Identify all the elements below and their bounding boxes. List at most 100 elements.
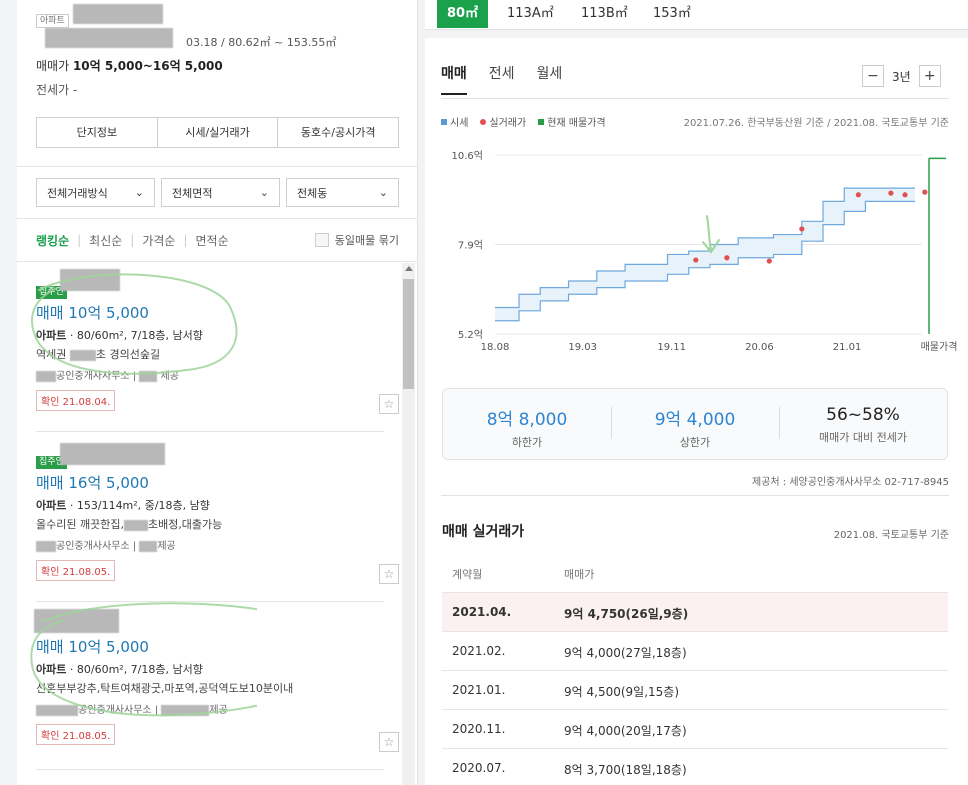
- deal-point: [922, 189, 928, 195]
- agent-name: 공인중개사사무소: [78, 705, 152, 716]
- sale-price-value: 10억 5,000~16억 5,000: [72, 59, 223, 73]
- chart-source: 2021.07.26. 한국부동산원 기준 / 2021.08. 국토교통부 기…: [683, 118, 949, 129]
- redacted-agent: [36, 540, 56, 552]
- redacted-complex-info: [45, 28, 173, 48]
- price-panel: 매매 전세 월세 − 3년 + 시세 실거래가 현재 매물가격 2021.07.…: [425, 38, 968, 785]
- deal-point: [799, 226, 805, 232]
- deal-point: [902, 192, 908, 198]
- list-item[interactable]: 매매 10억 5,000 아파트 · 80/60m², 7/18층, 남서향 신…: [17, 609, 403, 752]
- tab-sale[interactable]: 매매: [441, 63, 467, 95]
- tab-complex-info[interactable]: 단지정보: [37, 118, 158, 147]
- table-row[interactable]: 2020.07. 8억 3,700(18일,18층): [442, 749, 948, 785]
- complex-sale-price: 매매가 10억 5,000~16억 5,000: [36, 57, 223, 74]
- listing-agent: 공인중개사사무소 | 제공: [36, 701, 403, 716]
- listing-feature-b: 초 경의선숲길: [95, 348, 161, 361]
- price-stats: 8억 8,000 하한가 9억 4,000 상한가 56~58% 매매가 대비 전세가: [442, 388, 948, 460]
- listing-feature: 신혼부부강추,탁트여채광굿,마포역,공덕역도보10분이내: [36, 682, 294, 695]
- favorite-star-icon[interactable]: ☆: [379, 564, 399, 584]
- y-tick-label: 5.2억: [458, 329, 483, 341]
- building-value: 전체동: [297, 186, 328, 200]
- trade-type-select[interactable]: 전체거래방식 ⌄: [36, 178, 155, 207]
- y-tick-label: 7.9억: [458, 240, 483, 252]
- scroll-thumb[interactable]: [403, 279, 414, 389]
- listing-spec: · 153/114m², 중/18층, 남향: [66, 499, 210, 512]
- trade-type-value: 전체거래방식: [47, 186, 108, 200]
- table-row[interactable]: 2020.11. 9억 4,000(20일,17층): [442, 710, 948, 749]
- complex-summary: 아파트 03.18 / 80.62㎡ ~ 153.55㎡ 매매가 10억 5,0…: [17, 0, 417, 167]
- listing-desc: 아파트 · 153/114m², 중/18층, 남향: [36, 497, 403, 513]
- stat-lower-label: 하한가: [511, 436, 543, 449]
- sort-price[interactable]: 가격순: [142, 232, 175, 249]
- redacted-provider: [139, 540, 158, 552]
- legend-listing: 현재 매물가격: [538, 114, 606, 129]
- deal-section-title: 매매 실거래가: [442, 524, 525, 540]
- area-tab-153[interactable]: 153㎡: [653, 0, 691, 28]
- tab-market-price[interactable]: 시세/실거래가: [158, 118, 279, 147]
- table-row[interactable]: 2021.01. 9억 4,500(9일,15층): [442, 671, 948, 710]
- listing-feature-a: 올수리된 깨끗한집,: [36, 518, 124, 531]
- deal-point: [888, 190, 894, 196]
- stat-lower-value: 8억 8,000: [486, 410, 568, 430]
- area-tab-113a[interactable]: 113A㎡: [507, 0, 554, 28]
- period-decrease-button[interactable]: −: [862, 65, 884, 87]
- complex-meta: 03.18 / 80.62㎡ ~ 153.55㎡: [186, 36, 337, 49]
- table-row[interactable]: 2021.02. 9억 4,000(27일,18층): [442, 632, 948, 671]
- listing-scrollbar[interactable]: [402, 263, 415, 785]
- area-tab-80[interactable]: 80㎡: [437, 0, 489, 28]
- chevron-down-icon: ⌄: [259, 186, 269, 199]
- legend-deal-label: 실거래가: [489, 118, 527, 129]
- listing-divider: [36, 769, 384, 770]
- deal-point: [766, 258, 772, 264]
- tab-monthly[interactable]: 월세: [537, 63, 563, 95]
- scroll-up-arrow-icon[interactable]: [405, 266, 413, 271]
- x-tick-label: 19.03: [568, 342, 597, 353]
- deal-source: 2021.08. 국토교통부 기준: [833, 530, 949, 541]
- complex-jeonse-price: 전세가 -: [36, 83, 78, 97]
- tab-unit-info[interactable]: 동호수/공시가격: [278, 118, 398, 147]
- listing-feature: 올수리된 깨끗한집, 초배정,대출가능: [36, 516, 403, 532]
- listing-feature: 역세권 초 경의선숲길: [36, 346, 403, 362]
- favorite-star-icon[interactable]: ☆: [379, 394, 399, 414]
- deal-price: 9억 4,000(20일,17층): [564, 724, 687, 738]
- table-row[interactable]: 2021.04. 9억 4,750(26일,9층): [442, 593, 948, 632]
- redacted-listing-name: [60, 443, 165, 465]
- area-tab-113b[interactable]: 113B㎡: [581, 0, 628, 28]
- complex-tabs: 단지정보 시세/실거래가 동호수/공시가격: [36, 117, 399, 148]
- y-tick-label: 10.6억: [452, 150, 483, 162]
- chart-legend: 시세 실거래가 현재 매물가격: [441, 114, 614, 129]
- deal-point: [693, 257, 699, 263]
- area-value: 전체면적: [172, 186, 213, 200]
- list-item[interactable]: 집주인 매매 10억 5,000 아파트 · 80/60m², 7/18층, 남…: [17, 269, 403, 414]
- redacted-listing-name: [34, 609, 119, 633]
- deal-price: 9억 4,750(26일,9층): [564, 607, 689, 621]
- listing-price: 매매 10억 5,000: [36, 638, 149, 656]
- favorite-star-icon[interactable]: ☆: [379, 732, 399, 752]
- deal-price: 9억 4,000(27일,18층): [564, 646, 687, 660]
- listing-spec: · 80/60m², 7/18층, 남서향: [66, 663, 203, 676]
- group-listings-toggle[interactable]: 동일매물 묶기: [314, 232, 399, 248]
- stat-upper-label: 상한가: [679, 436, 711, 449]
- building-select[interactable]: 전체동 ⌄: [286, 178, 399, 207]
- complex-type-tag: 아파트: [36, 14, 69, 28]
- sale-price-label: 매매가: [36, 59, 73, 73]
- group-checkbox[interactable]: [314, 233, 329, 247]
- deal-month: 2020.07.: [452, 761, 506, 775]
- header-month: 계약월: [452, 568, 483, 581]
- period-increase-button[interactable]: +: [918, 65, 941, 87]
- area-select[interactable]: 전체면적 ⌄: [161, 178, 280, 207]
- listing-type: 아파트: [36, 499, 67, 512]
- sort-area[interactable]: 면적순: [196, 232, 229, 249]
- sort-ranking[interactable]: 랭킹순: [36, 232, 69, 249]
- list-item[interactable]: 집주인 매매 16억 5,000 아파트 · 153/114m², 중/18층,…: [17, 443, 403, 584]
- listing-agent: 공인중개사사무소 | 제공: [36, 537, 403, 552]
- agent-name: 공인중개사사무소: [56, 541, 130, 552]
- sort-latest[interactable]: 최신순: [89, 232, 122, 249]
- redacted-provider: [139, 370, 158, 382]
- listing-desc: 아파트 · 80/60m², 7/18층, 남서향: [36, 327, 403, 343]
- period-control: − 3년 +: [862, 65, 941, 87]
- x-tick-label: 20.06: [745, 342, 774, 353]
- tab-jeonse[interactable]: 전세: [489, 63, 515, 95]
- listing-divider: [36, 601, 384, 602]
- confirm-date-badge: 확인 21.08.05.: [36, 724, 116, 745]
- stat-lower: 8억 8,000 하한가: [443, 389, 611, 459]
